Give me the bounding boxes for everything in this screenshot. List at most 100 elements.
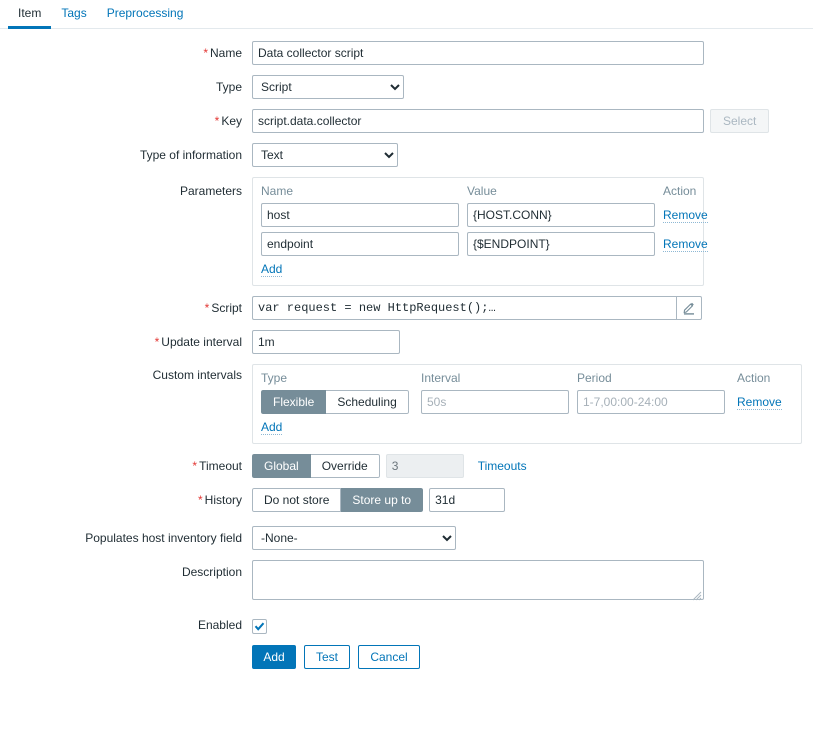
parameter-value-cell-1 xyxy=(467,232,663,261)
parameters-add-cell: Add xyxy=(261,261,716,281)
parameter-name-cell-1 xyxy=(261,232,467,261)
custom-intervals-add-row: Add xyxy=(261,419,793,439)
label-enabled: Enabled xyxy=(197,618,242,632)
label-description: Description xyxy=(181,565,242,579)
label-type: Type xyxy=(215,80,242,94)
parameters-column-name: Name xyxy=(261,184,294,198)
add-button[interactable]: Add xyxy=(252,645,296,669)
custom-interval-type-scheduling-0[interactable]: Scheduling xyxy=(326,390,409,414)
custom-intervals-add-cell: Add xyxy=(261,419,793,439)
custom-interval-type-toggle-0: Flexible Scheduling xyxy=(261,390,409,414)
row-timeout: *Timeout Global Override Timeouts xyxy=(0,454,813,478)
custom-interval-period-input-0[interactable] xyxy=(577,390,725,414)
row-custom-intervals: Custom intervals Type Interval Period Ac… xyxy=(0,364,813,444)
timeout-mode-toggle: Global Override xyxy=(252,454,380,478)
row-enabled: Enabled xyxy=(0,615,813,635)
history-value-input[interactable] xyxy=(429,488,506,512)
table-row: Remove xyxy=(261,203,716,232)
description-textarea[interactable] xyxy=(252,560,704,600)
parameter-remove-link-1[interactable]: Remove xyxy=(663,237,708,252)
custom-interval-type-flexible-0[interactable]: Flexible xyxy=(261,390,327,414)
name-input[interactable] xyxy=(252,41,704,65)
field-timeout: Global Override Timeouts xyxy=(252,454,527,478)
timeout-mode-override[interactable]: Override xyxy=(310,454,380,478)
history-mode-store-up-to[interactable]: Store up to xyxy=(341,488,424,512)
tab-tags[interactable]: Tags xyxy=(51,7,96,29)
enabled-checkbox[interactable] xyxy=(252,619,267,634)
parameter-value-cell-0 xyxy=(467,203,663,232)
row-type: Type Script xyxy=(0,75,813,99)
field-description xyxy=(252,560,704,603)
parameters-add-link[interactable]: Add xyxy=(261,262,283,277)
parameter-remove-link-0[interactable]: Remove xyxy=(663,208,708,223)
parameters-table: Name Value Action Remove Remove xyxy=(252,177,708,286)
row-update-interval: * Update interval xyxy=(0,330,813,354)
field-type: Script xyxy=(252,75,404,99)
timeout-mode-global[interactable]: Global xyxy=(252,454,311,478)
tab-preprocessing[interactable]: Preprocessing xyxy=(97,7,194,29)
parameter-action-cell-0: Remove xyxy=(663,203,716,232)
parameters-column-value: Value xyxy=(467,184,497,198)
parameter-name-cell-0 xyxy=(261,203,467,232)
row-parameters: Parameters Name Value Action Remove xyxy=(0,177,813,286)
field-name xyxy=(252,41,704,65)
parameter-name-input-1[interactable] xyxy=(261,232,459,256)
parameter-action-cell-1: Remove xyxy=(663,232,716,261)
label-name: * Name xyxy=(203,46,242,60)
field-key: Select xyxy=(252,109,770,133)
key-input[interactable] xyxy=(252,109,704,133)
required-marker-timeout: * xyxy=(192,459,198,473)
update-interval-input[interactable] xyxy=(252,330,400,354)
label-history: * History xyxy=(197,493,242,507)
field-inventory: -None- xyxy=(252,526,456,550)
custom-interval-remove-link-0[interactable]: Remove xyxy=(737,395,782,410)
parameters-add-row: Add xyxy=(261,261,716,281)
custom-intervals-add-link[interactable]: Add xyxy=(261,420,283,435)
history-mode-toggle: Do not store Store up to xyxy=(252,488,424,512)
parameters-column-action: Action xyxy=(663,184,697,198)
label-type-of-information: Type of information xyxy=(139,148,242,162)
table-row: Remove xyxy=(261,232,716,261)
row-history: * History Do not store Store up to xyxy=(0,488,813,512)
parameter-value-input-1[interactable] xyxy=(467,232,655,256)
custom-interval-period-cell-0 xyxy=(577,390,737,419)
required-marker-key: * xyxy=(214,114,220,128)
required-marker-name: * xyxy=(203,46,208,60)
history-mode-do-not-store[interactable]: Do not store xyxy=(252,488,342,512)
cancel-button[interactable]: Cancel xyxy=(358,645,420,669)
test-button[interactable]: Test xyxy=(304,645,350,669)
tab-bar: Item Tags Preprocessing xyxy=(0,0,813,29)
field-parameters: Name Value Action Remove Remove xyxy=(252,177,708,286)
custom-intervals-column-action: Action xyxy=(737,371,771,385)
field-type-of-information: Text xyxy=(252,143,398,167)
inventory-select[interactable]: -None- xyxy=(252,526,456,550)
custom-interval-type-cell-0: Flexible Scheduling xyxy=(261,390,421,419)
row-footer-actions: Add Test Cancel xyxy=(0,645,813,669)
required-marker-script: * xyxy=(204,301,210,315)
script-preview[interactable]: var request = new HttpRequest();… xyxy=(252,296,676,320)
custom-interval-interval-cell-0 xyxy=(421,390,577,419)
type-of-information-select[interactable]: Text xyxy=(252,143,398,167)
custom-intervals-table: Type Interval Period Action Flexible Sch… xyxy=(252,364,802,444)
pencil-icon xyxy=(683,302,694,315)
row-inventory: Populates host inventory field -None- xyxy=(0,526,813,550)
custom-intervals-header-row: Type Interval Period Action xyxy=(261,371,793,390)
timeouts-link[interactable]: Timeouts xyxy=(478,459,527,473)
field-enabled xyxy=(252,615,267,634)
parameter-name-input-0[interactable] xyxy=(261,203,459,227)
custom-interval-interval-input-0[interactable] xyxy=(421,390,569,414)
parameter-value-input-0[interactable] xyxy=(467,203,655,227)
row-type-of-information: Type of information Text xyxy=(0,143,813,167)
script-edit-button[interactable] xyxy=(676,296,702,320)
table-row: Flexible Scheduling Remove xyxy=(261,390,793,419)
field-history: Do not store Store up to xyxy=(252,488,506,512)
field-script: var request = new HttpRequest();… xyxy=(252,296,702,320)
item-form: *Name Type Script *Key Select Type of in… xyxy=(0,29,813,669)
row-description: Description xyxy=(0,560,813,603)
key-select-button[interactable]: Select xyxy=(710,109,770,133)
parameters-header-row: Name Value Action xyxy=(261,184,716,203)
type-select[interactable]: Script xyxy=(252,75,404,99)
label-script: * Script xyxy=(204,301,242,315)
tab-item[interactable]: Item xyxy=(8,7,52,29)
custom-intervals-column-interval: Interval xyxy=(421,371,461,385)
